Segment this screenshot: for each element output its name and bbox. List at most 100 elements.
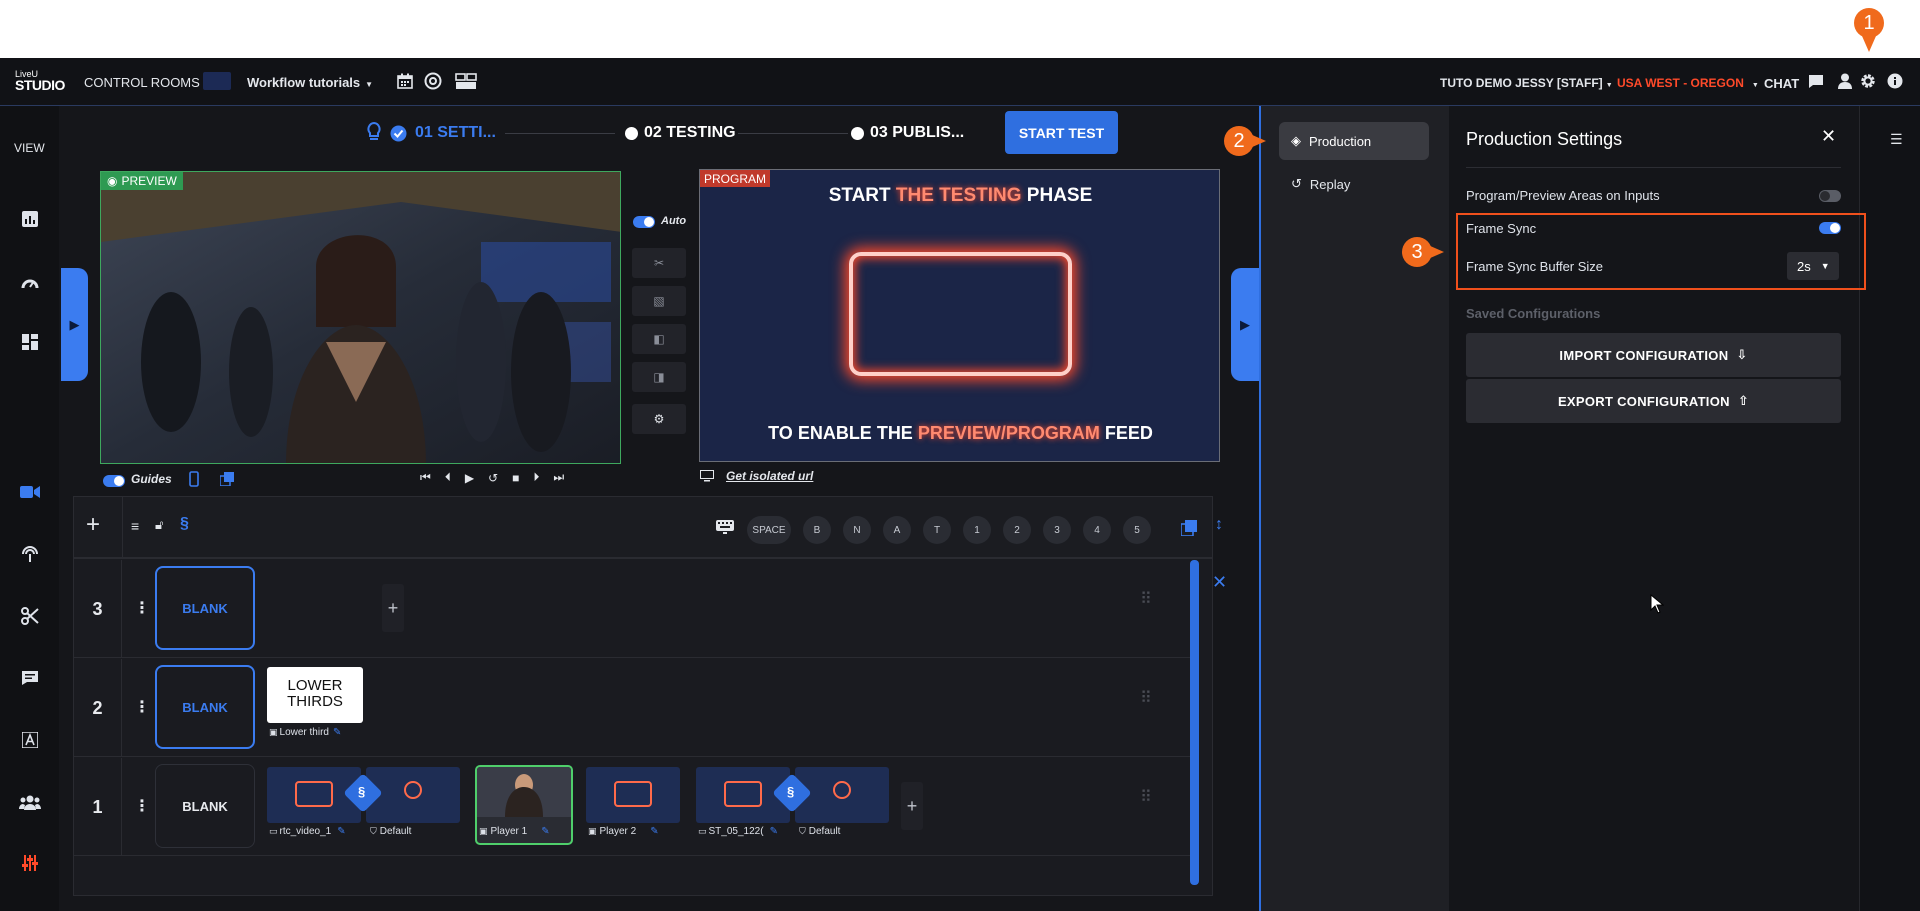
mixer-icon[interactable] <box>18 851 42 875</box>
headline-part: PHASE <box>1021 185 1093 206</box>
mobile-icon[interactable] <box>187 470 201 488</box>
key-5[interactable]: 5 <box>1123 516 1151 544</box>
wipe-icon: ▧ <box>653 294 665 308</box>
transition-wipe-button[interactable]: ▧ <box>632 286 686 316</box>
menu-item-production[interactable]: ◈ Production <box>1279 122 1429 160</box>
kebab-menu-icon[interactable]: ⋮ <box>134 598 150 618</box>
export-configuration-button[interactable]: EXPORT CONFIGURATION ⇧ <box>1466 379 1841 423</box>
broadcast-icon[interactable] <box>18 542 42 566</box>
key-n[interactable]: N <box>843 516 871 544</box>
unlock-icon[interactable]: 🔓︎ <box>155 517 163 533</box>
step-settings[interactable]: 01 SETTI... <box>415 124 496 142</box>
next-icon[interactable]: ⏵ <box>533 470 539 485</box>
key-4[interactable]: 4 <box>1083 516 1111 544</box>
chat-icon[interactable] <box>1807 73 1825 89</box>
info-icon[interactable] <box>1886 72 1904 90</box>
layout-icon[interactable] <box>455 72 477 90</box>
gear-icon[interactable] <box>1859 72 1877 90</box>
expand-vertical-icon[interactable]: ↕ <box>1215 516 1223 534</box>
key-b[interactable]: B <box>803 516 831 544</box>
blank-tile[interactable]: BLANK <box>155 566 255 650</box>
auto-toggle[interactable] <box>633 216 655 228</box>
stop-icon[interactable]: ■ <box>512 471 519 485</box>
blank-tile[interactable]: BLANK <box>155 665 255 749</box>
pencil-icon[interactable]: ✎ <box>333 727 341 738</box>
left-panel-toggle[interactable]: ▶ <box>61 268 88 381</box>
scrollbar[interactable] <box>1190 560 1199 885</box>
start-test-button[interactable]: START TEST <box>1005 111 1118 154</box>
chat-button[interactable]: CHAT <box>1764 76 1799 91</box>
transition-settings-button[interactable]: ⚙ <box>632 404 686 434</box>
message-icon[interactable] <box>18 666 42 690</box>
close-icon[interactable]: ✕ <box>1821 126 1836 147</box>
pencil-icon[interactable]: ✎ <box>650 826 658 837</box>
camera-icon[interactable] <box>18 480 42 504</box>
control-rooms-link[interactable]: CONTROL ROOMS <box>84 75 200 90</box>
add-source-button[interactable]: + <box>901 782 923 830</box>
list-icon[interactable]: ☰ <box>1890 131 1903 148</box>
step-testing[interactable]: 02 TESTING <box>644 124 736 142</box>
blank-tile[interactable]: BLANK <box>155 764 255 848</box>
isolated-url-link[interactable]: Get isolated url <box>726 469 813 483</box>
skip-back-icon[interactable]: ⏮ <box>420 470 431 485</box>
key-space[interactable]: SPACE <box>747 516 791 544</box>
pencil-icon[interactable]: ✎ <box>541 826 549 837</box>
text-icon[interactable] <box>18 728 42 752</box>
lower-thirds-graphic[interactable]: LOWER THIRDS <box>267 667 363 723</box>
subline-part: FEED <box>1099 423 1153 443</box>
guides-label: Guides <box>131 472 172 486</box>
drag-handle-icon[interactable]: ⠿ <box>1140 691 1156 719</box>
lightbulb-icon[interactable] <box>365 121 383 143</box>
play-icon[interactable]: ▶ <box>465 471 474 485</box>
right-panel-toggle[interactable]: ▶ <box>1231 268 1259 381</box>
dashboard-icon[interactable] <box>18 330 42 354</box>
preview-monitor[interactable]: ◉ PREVIEW <box>100 171 621 464</box>
step-publish[interactable]: 03 PUBLIS... <box>870 124 964 142</box>
previous-icon[interactable]: ⏴ <box>445 470 451 485</box>
users-icon[interactable] <box>18 790 42 814</box>
kebab-menu-icon[interactable]: ⋮ <box>134 697 150 717</box>
align-left-icon[interactable]: ≡ <box>131 518 139 534</box>
source-thumbnail[interactable] <box>586 767 680 823</box>
scissors-icon[interactable] <box>18 604 42 628</box>
transition-fade-button[interactable]: ◨ <box>632 362 686 392</box>
drag-handle-icon[interactable]: ⠿ <box>1140 592 1156 620</box>
link-icon[interactable]: § <box>180 515 189 533</box>
key-2[interactable]: 2 <box>1003 516 1031 544</box>
chart-icon[interactable] <box>18 207 42 231</box>
region-name: USA WEST - OREGON <box>1617 76 1744 90</box>
calendar-icon[interactable] <box>396 72 414 90</box>
region-menu[interactable]: USA WEST - OREGON ▼ <box>1617 76 1759 90</box>
kebab-menu-icon[interactable]: ⋮ <box>134 796 150 816</box>
program-monitor[interactable]: PROGRAM START THE TESTING PHASE TO ENABL… <box>699 169 1220 462</box>
gauge-icon[interactable] <box>18 270 42 294</box>
drag-handle-icon[interactable]: ⠿ <box>1140 790 1156 818</box>
program-preview-toggle[interactable] <box>1819 190 1841 202</box>
menu-item-replay[interactable]: ↺ Replay <box>1279 166 1429 202</box>
support-icon[interactable] <box>424 72 442 90</box>
add-source-button[interactable]: + <box>382 584 404 632</box>
key-3[interactable]: 3 <box>1043 516 1071 544</box>
source-label-text: Default <box>379 826 412 837</box>
close-icon[interactable]: ✕ <box>1212 572 1227 593</box>
keyboard-icon[interactable] <box>715 518 735 536</box>
replay-icon[interactable]: ↺ <box>488 471 498 485</box>
pencil-icon[interactable]: ✎ <box>337 826 345 837</box>
key-1[interactable]: 1 <box>963 516 991 544</box>
import-configuration-button[interactable]: IMPORT CONFIGURATION ⇩ <box>1466 333 1841 377</box>
logo[interactable]: LiveU STUDIO <box>15 69 65 92</box>
transition-cut-button[interactable]: ✂ <box>632 248 686 278</box>
room-selector[interactable]: Workflow tutorials ▼ <box>247 75 373 90</box>
layers-icon[interactable] <box>1180 519 1198 537</box>
key-a[interactable]: A <box>883 516 911 544</box>
user-icon[interactable] <box>1836 72 1854 90</box>
add-layer-button[interactable]: + <box>86 513 100 537</box>
key-t[interactable]: T <box>923 516 951 544</box>
pencil-icon[interactable]: ✎ <box>770 826 778 837</box>
guides-toggle[interactable] <box>103 475 125 487</box>
subline-part: TO ENABLE THE <box>768 423 918 443</box>
transition-slide-button[interactable]: ◧ <box>632 324 686 354</box>
copy-icon[interactable] <box>219 470 235 488</box>
user-menu[interactable]: TUTO DEMO JESSY [STAFF] ▼ <box>1440 76 1613 90</box>
skip-forward-icon[interactable]: ⏭ <box>553 470 564 485</box>
